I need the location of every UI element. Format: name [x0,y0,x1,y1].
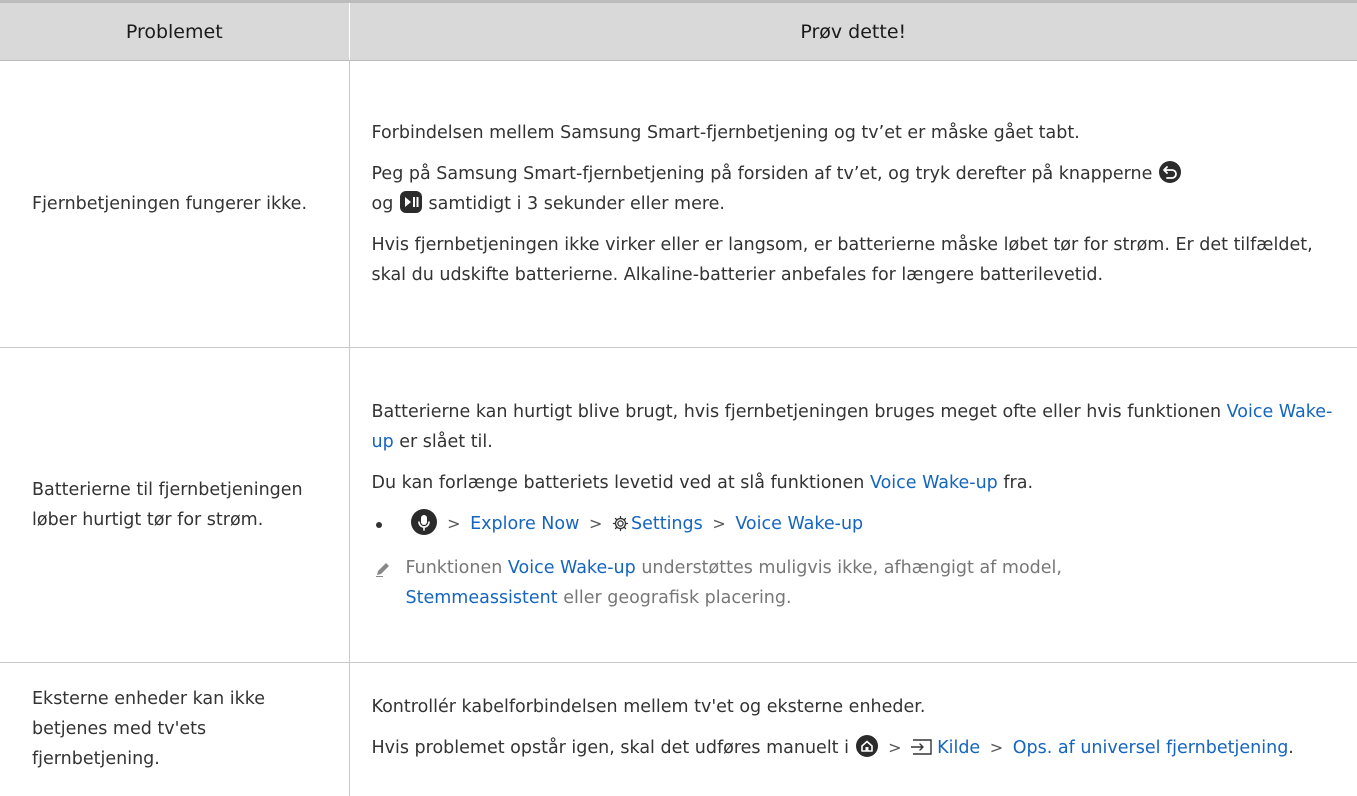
solution-paragraph: Forbindelsen mellem Samsung Smart-fjernb… [371,123,1080,143]
voice-wake-up-link[interactable]: Voice Wake-up [870,473,998,493]
explore-now-link[interactable]: Explore Now [470,514,579,534]
voice-wake-up-link[interactable]: Voice Wake-up [508,558,636,578]
voice-wake-up-link[interactable]: Voice Wake-up [735,514,863,534]
solution-paragraph: Hvis fjernbetjeningen ikke virker eller … [371,235,1313,285]
return-button-icon [1159,161,1181,183]
chevron-right-icon: > [588,514,603,533]
pencil-icon [374,558,392,588]
gear-icon [612,512,629,542]
solution-paragraph: Kontrollér kabelforbindelsen mellem tv'e… [371,697,926,718]
source-icon [910,736,933,766]
solution-cell: Batterierne kan hurtigt blive brugt, hvi… [349,347,1357,663]
note: Funktionen Voice Wake-up understøttes mu… [372,553,1348,613]
table-row: Fjernbetjeningen fungerer ikke. Forbinde… [0,60,1357,348]
table-row: Eksterne enheder kan ikke betjenes med t… [0,662,1357,796]
chevron-right-icon: > [989,738,1004,758]
stemmeassistent-link[interactable]: Stemmeassistent [406,588,558,608]
solution-paragraph: Peg på Samsung Smart-fjernbetjening på f… [372,159,1348,219]
troubleshooting-table: Problemet Prøv dette! Fjernbetjeningen f… [0,0,1357,796]
chevron-right-icon: > [712,514,726,533]
universal-remote-setup-link[interactable]: Ops. af universel fjernbetjening [1013,738,1289,758]
microphone-icon [410,509,437,535]
header-solution: Prøv dette! [349,0,1357,61]
table-header-row: Problemet Prøv dette! [0,0,1357,61]
solution-paragraph: Batterierne kan hurtigt blive brugt, hvi… [371,402,1333,452]
play-pause-button-icon [399,191,422,213]
solution-paragraph: Du kan forlænge batteriets levetid ved a… [371,473,1034,493]
chevron-right-icon: > [888,738,902,758]
chevron-right-icon: > [447,514,461,533]
menu-path: > Explore Now > Settings > Voice Wake-up [372,509,1348,542]
solution-cell: Forbindelsen mellem Samsung Smart-fjernb… [349,60,1357,348]
home-icon [855,735,878,758]
header-problem: Problemet [0,0,350,61]
problem-cell: Fjernbetjeningen fungerer ikke. [0,60,350,348]
solution-cell: Kontrollér kabelforbindelsen mellem tv'e… [349,663,1357,796]
kilde-link[interactable]: Kilde [937,738,980,758]
problem-cell: Eksterne enheder kan ikke betjenes med t… [0,662,350,796]
table-row: Batterierne til fjernbetjeningen løber h… [0,347,1357,663]
solution-paragraph: Hvis problemet opstår igen, skal det udf… [372,733,1348,766]
bullet-dot [375,522,382,528]
settings-link[interactable]: Settings [631,514,703,534]
problem-cell: Batterierne til fjernbetjeningen løber h… [0,347,350,663]
